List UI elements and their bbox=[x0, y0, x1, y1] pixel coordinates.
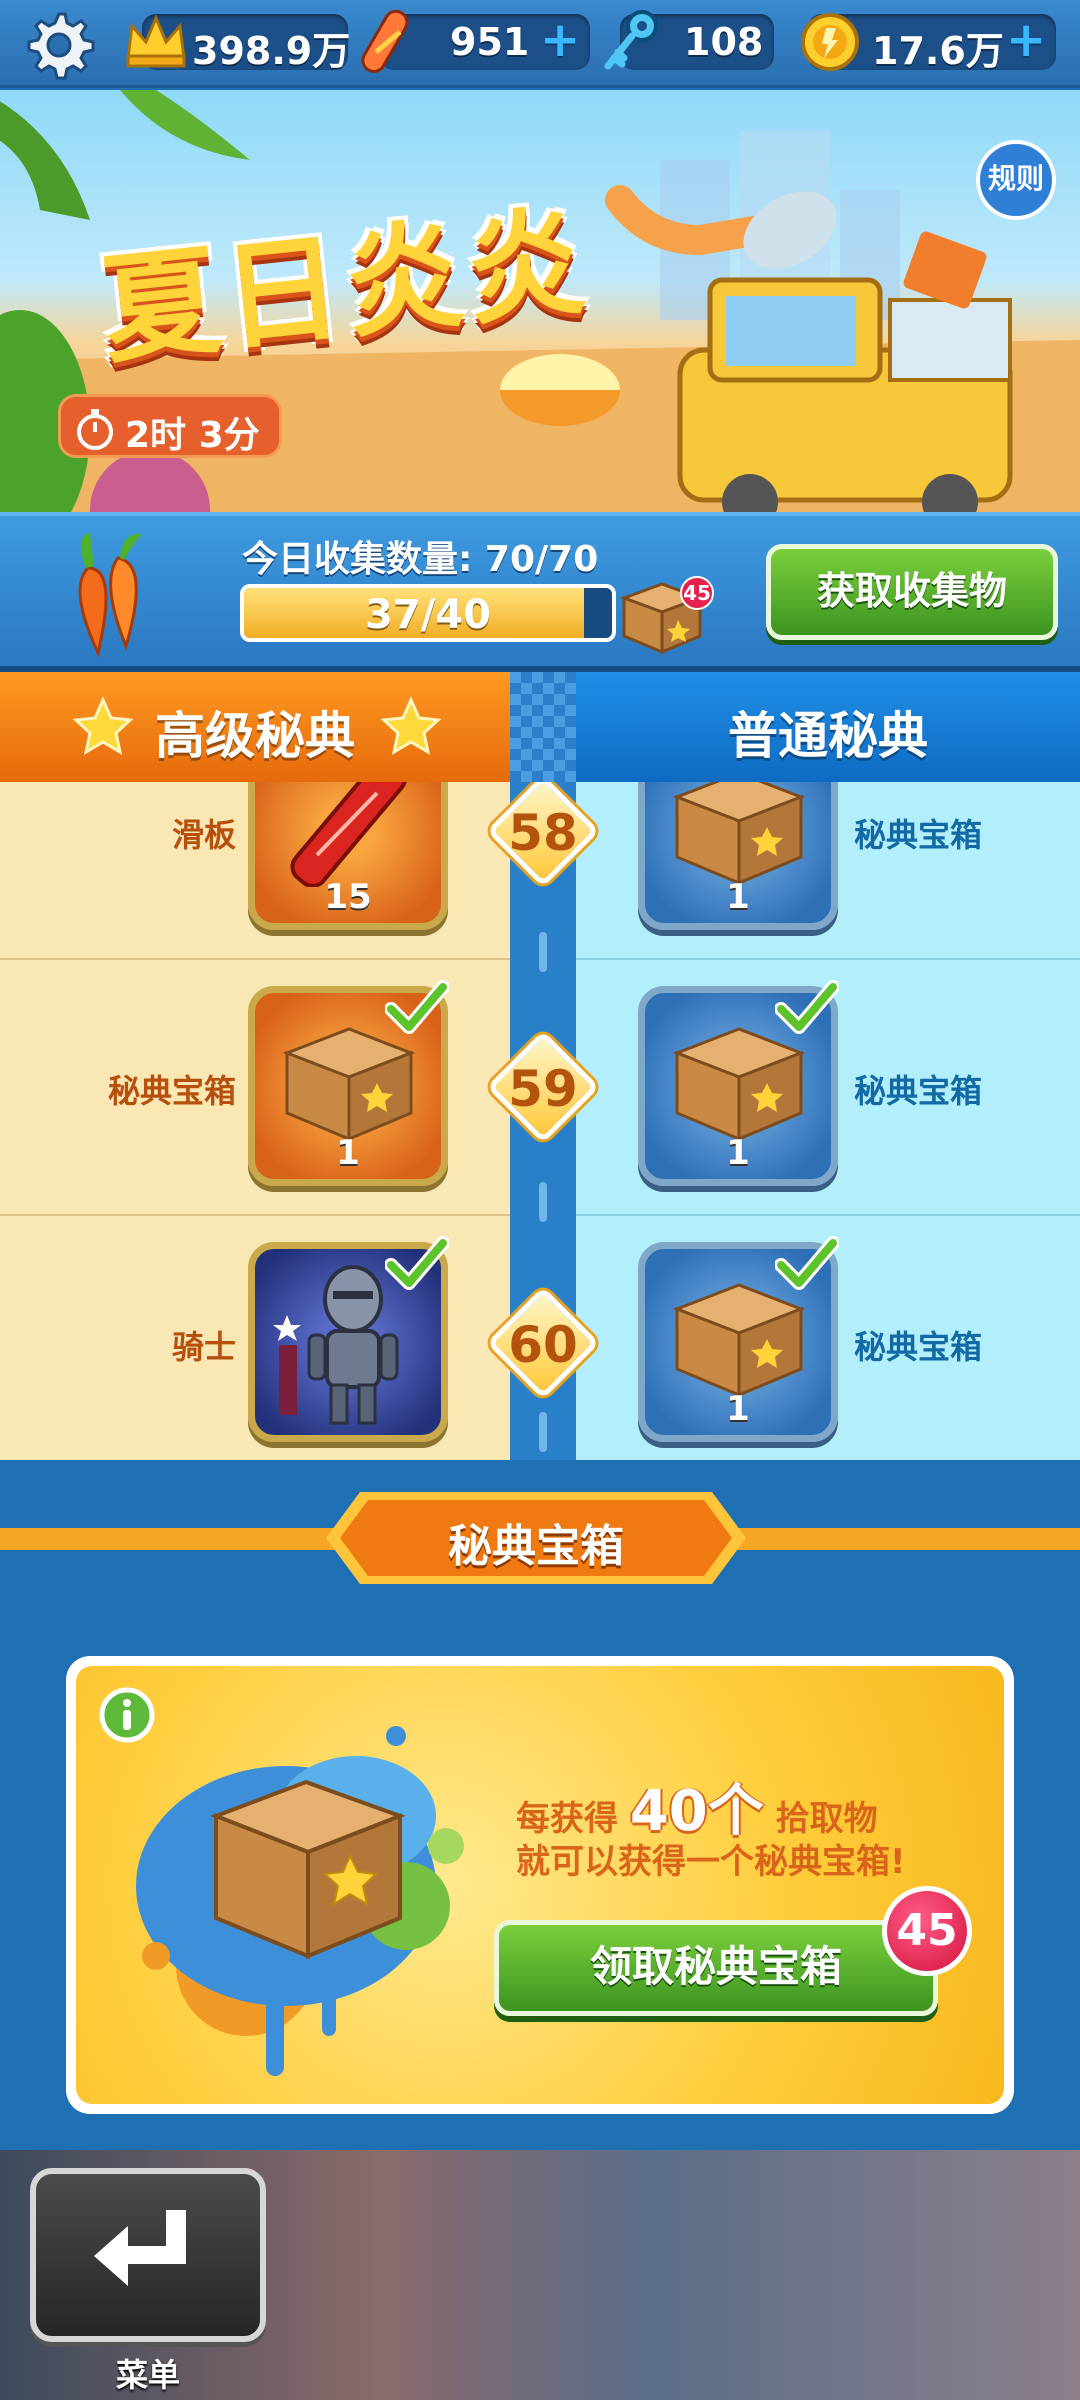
treasure-rule-line2: 就可以获得一个秘典宝箱! bbox=[516, 1842, 906, 1882]
rule-suffix: 拾取物 bbox=[775, 1799, 878, 1839]
settings-gear-icon[interactable] bbox=[22, 8, 96, 82]
score-counter: 398.9万 bbox=[126, 14, 350, 73]
coin-value: 17.6万 bbox=[872, 29, 1004, 73]
progress-text: 37/40 bbox=[365, 592, 491, 638]
collect-progress-bar: 37/40 bbox=[240, 584, 616, 642]
stopwatch-icon bbox=[77, 409, 113, 450]
level-number: 58 bbox=[508, 804, 578, 862]
normal-reward-name: 秘典宝箱 bbox=[854, 1072, 983, 1110]
advanced-reward-tile[interactable]: 15 bbox=[248, 782, 448, 930]
timer-text: 2时 3分 bbox=[125, 415, 260, 456]
normal-reward-tile[interactable]: 1 bbox=[638, 782, 838, 930]
pass-tabs: 高级秘典 普通秘典 bbox=[0, 672, 1080, 782]
reward-count: 1 bbox=[726, 1133, 750, 1173]
coin-counter: 17.6万 + bbox=[801, 13, 1056, 73]
hoverboard-value: 951 bbox=[450, 20, 530, 64]
top-resource-bar: 398.9万 951 + 108 17.6万 + bbox=[0, 0, 1080, 88]
claimed-check-icon bbox=[385, 1236, 449, 1290]
claim-treasure-box-button[interactable]: 领取秘典宝箱 bbox=[494, 1920, 938, 2016]
rule-prefix: 每获得 bbox=[516, 1799, 618, 1839]
box-count-badge: 45 bbox=[680, 576, 714, 610]
mystery-box-icon bbox=[672, 782, 806, 886]
menu-back-button[interactable] bbox=[30, 2168, 266, 2342]
reward-row: 骑士 60 1 秘典宝箱 bbox=[0, 1216, 1080, 1460]
section-title: 秘典宝箱 bbox=[448, 1521, 624, 1572]
rules-button[interactable]: 规则 bbox=[976, 140, 1056, 220]
carrot-icon bbox=[78, 532, 142, 658]
advanced-reward-name: 秘典宝箱 bbox=[107, 1072, 236, 1110]
level-number: 59 bbox=[508, 1060, 578, 1118]
advanced-reward-name: 骑士 bbox=[171, 1328, 236, 1366]
hoverboard-icon bbox=[361, 9, 409, 73]
collection-status-bar: 今日收集数量: 70/70 37/40 45 获取收集物 bbox=[0, 512, 1080, 672]
treasure-box-illustration bbox=[136, 1726, 464, 2076]
level-marker: 58 bbox=[486, 782, 600, 888]
today-collect-label: 今日收集数量: 70/70 bbox=[242, 539, 599, 580]
normal-reward-name: 秘典宝箱 bbox=[854, 816, 983, 854]
level-number: 60 bbox=[508, 1316, 578, 1374]
get-collectibles-button[interactable]: 获取收集物 bbox=[766, 544, 1058, 640]
hoverboard-reward-icon bbox=[290, 782, 408, 887]
advanced-reward-tile[interactable]: 1 bbox=[248, 980, 449, 1186]
reward-count: 15 bbox=[324, 877, 372, 917]
reward-count: 1 bbox=[726, 877, 750, 917]
claimed-check-icon bbox=[775, 980, 839, 1034]
level-marker: 59 bbox=[486, 1030, 600, 1144]
bottom-bar: 菜单 bbox=[0, 2150, 1080, 2400]
hoverboard-counter: 951 + bbox=[361, 9, 590, 73]
add-coin-plus-icon[interactable]: + bbox=[1006, 16, 1050, 64]
event-banner: 夏日炎炎 2时 3分 规则 bbox=[0, 90, 1080, 512]
advanced-reward-name: 滑板 bbox=[171, 816, 236, 854]
reward-row: 秘典宝箱 1 59 1 秘典宝箱 bbox=[0, 960, 1080, 1216]
reward-count: 1 bbox=[336, 1133, 360, 1173]
coin-icon bbox=[801, 13, 859, 71]
advanced-reward-tile[interactable] bbox=[248, 1236, 449, 1442]
tab-normal-label: 普通秘典 bbox=[728, 707, 928, 765]
add-hoverboard-plus-icon[interactable]: + bbox=[540, 16, 584, 64]
event-timer: 2时 3分 bbox=[58, 394, 282, 458]
normal-reward-name: 秘典宝箱 bbox=[854, 1328, 983, 1366]
treasure-box-section: 秘典宝箱 每获得 40个 拾取物 就可以获得一个秘典宝箱! 领取秘典宝箱 45 bbox=[0, 1460, 1080, 2150]
claim-count-badge: 45 bbox=[882, 1886, 972, 1976]
key-icon bbox=[604, 10, 658, 70]
score-value: 398.9万 bbox=[192, 29, 351, 73]
reward-count: 1 bbox=[726, 1389, 750, 1429]
tab-divider bbox=[510, 672, 576, 782]
key-value: 108 bbox=[684, 20, 764, 64]
tab-normal-pass[interactable]: 普通秘典 bbox=[576, 672, 1080, 782]
treasure-card-body: 每获得 40个 拾取物 就可以获得一个秘典宝箱! 领取秘典宝箱 45 bbox=[76, 1666, 1004, 2104]
return-arrow-icon bbox=[94, 2210, 186, 2286]
normal-reward-tile[interactable]: 1 bbox=[638, 980, 839, 1186]
reward-row: 滑板 15 58 1 秘典宝箱 bbox=[0, 782, 1080, 960]
treasure-info-card: 每获得 40个 拾取物 就可以获得一个秘典宝箱! 领取秘典宝箱 45 bbox=[66, 1656, 1014, 2114]
normal-reward-tile[interactable]: 1 bbox=[638, 1236, 839, 1442]
star-icon bbox=[380, 696, 442, 756]
reward-list[interactable]: 滑板 15 58 1 秘典宝箱 秘典宝箱 1 59 1 秘典宝箱 骑士 60 1… bbox=[0, 782, 1080, 1460]
key-counter: 108 bbox=[604, 10, 774, 70]
claimed-check-icon bbox=[775, 1236, 839, 1290]
claimed-check-icon bbox=[385, 980, 449, 1034]
tab-advanced-pass[interactable]: 高级秘典 bbox=[0, 672, 510, 782]
level-marker: 60 bbox=[486, 1286, 600, 1400]
crown-icon bbox=[126, 14, 186, 68]
menu-label: 菜单 bbox=[115, 2356, 180, 2394]
